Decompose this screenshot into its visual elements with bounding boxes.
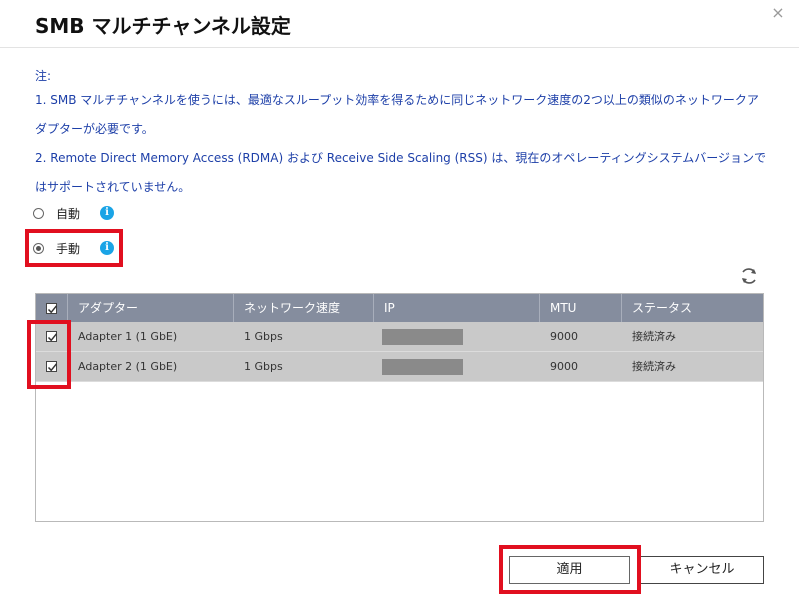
radio-auto[interactable]: 自動 i xyxy=(33,204,115,222)
adapter-status: 接続済み xyxy=(632,360,676,373)
adapter-status: 接続済み xyxy=(632,330,676,343)
adapter-name: Adapter 2 (1 GbE) xyxy=(78,360,178,373)
note-line-2: 2. Remote Direct Memory Access (RDMA) およ… xyxy=(35,151,767,194)
header-select-all[interactable] xyxy=(36,294,68,322)
table-row[interactable]: Adapter 2 (1 GbE) 1 Gbps 9000 接続済み xyxy=(36,352,763,382)
apply-button[interactable]: 適用 xyxy=(509,556,630,584)
refresh-icon[interactable] xyxy=(739,266,759,286)
adapter-name: Adapter 1 (1 GbE) xyxy=(78,330,178,343)
radio-manual-button[interactable] xyxy=(33,242,44,254)
close-icon[interactable]: × xyxy=(771,5,785,21)
info-icon[interactable]: i xyxy=(100,206,115,220)
row-checkbox[interactable] xyxy=(46,331,58,342)
ip-redacted xyxy=(382,329,463,345)
smb-multichannel-dialog: SMB マルチチャンネル設定 × 注: 1. SMB マルチチャンネルを使うには… xyxy=(0,0,799,606)
adapter-speed: 1 Gbps xyxy=(244,330,283,343)
table-row[interactable]: Adapter 1 (1 GbE) 1 Gbps 9000 接続済み xyxy=(36,322,763,352)
column-header-speed[interactable]: ネットワーク速度 xyxy=(234,294,374,322)
column-header-adapter[interactable]: アダプター xyxy=(68,294,234,322)
note-line-1: 1. SMB マルチチャンネルを使うには、最適なスループット効率を得るために同じ… xyxy=(35,93,759,136)
adapter-mtu: 9000 xyxy=(550,360,578,373)
row-checkbox[interactable] xyxy=(46,361,58,372)
adapter-table: アダプター ネットワーク速度 IP MTU ステータス Adapter 1 (1… xyxy=(35,293,764,522)
info-icon[interactable]: i xyxy=(100,241,115,255)
radio-manual-label: 手動 xyxy=(56,241,81,256)
adapter-mtu: 9000 xyxy=(550,330,578,343)
radio-auto-label: 自動 xyxy=(56,206,81,221)
column-header-status[interactable]: ステータス xyxy=(622,294,763,322)
dialog-title: SMB マルチチャンネル設定 xyxy=(35,14,291,38)
radio-manual[interactable]: 手動 i xyxy=(33,239,115,257)
column-header-mtu[interactable]: MTU xyxy=(540,294,622,322)
note-heading: 注: xyxy=(35,69,52,83)
cancel-button[interactable]: キャンセル xyxy=(640,556,764,584)
radio-auto-button[interactable] xyxy=(33,207,44,219)
column-header-ip[interactable]: IP xyxy=(374,294,540,322)
table-header: アダプター ネットワーク速度 IP MTU ステータス xyxy=(36,294,763,322)
ip-redacted xyxy=(382,359,463,375)
select-all-checkbox[interactable] xyxy=(46,303,58,314)
adapter-speed: 1 Gbps xyxy=(244,360,283,373)
dialog-header: SMB マルチチャンネル設定 × xyxy=(0,0,799,48)
